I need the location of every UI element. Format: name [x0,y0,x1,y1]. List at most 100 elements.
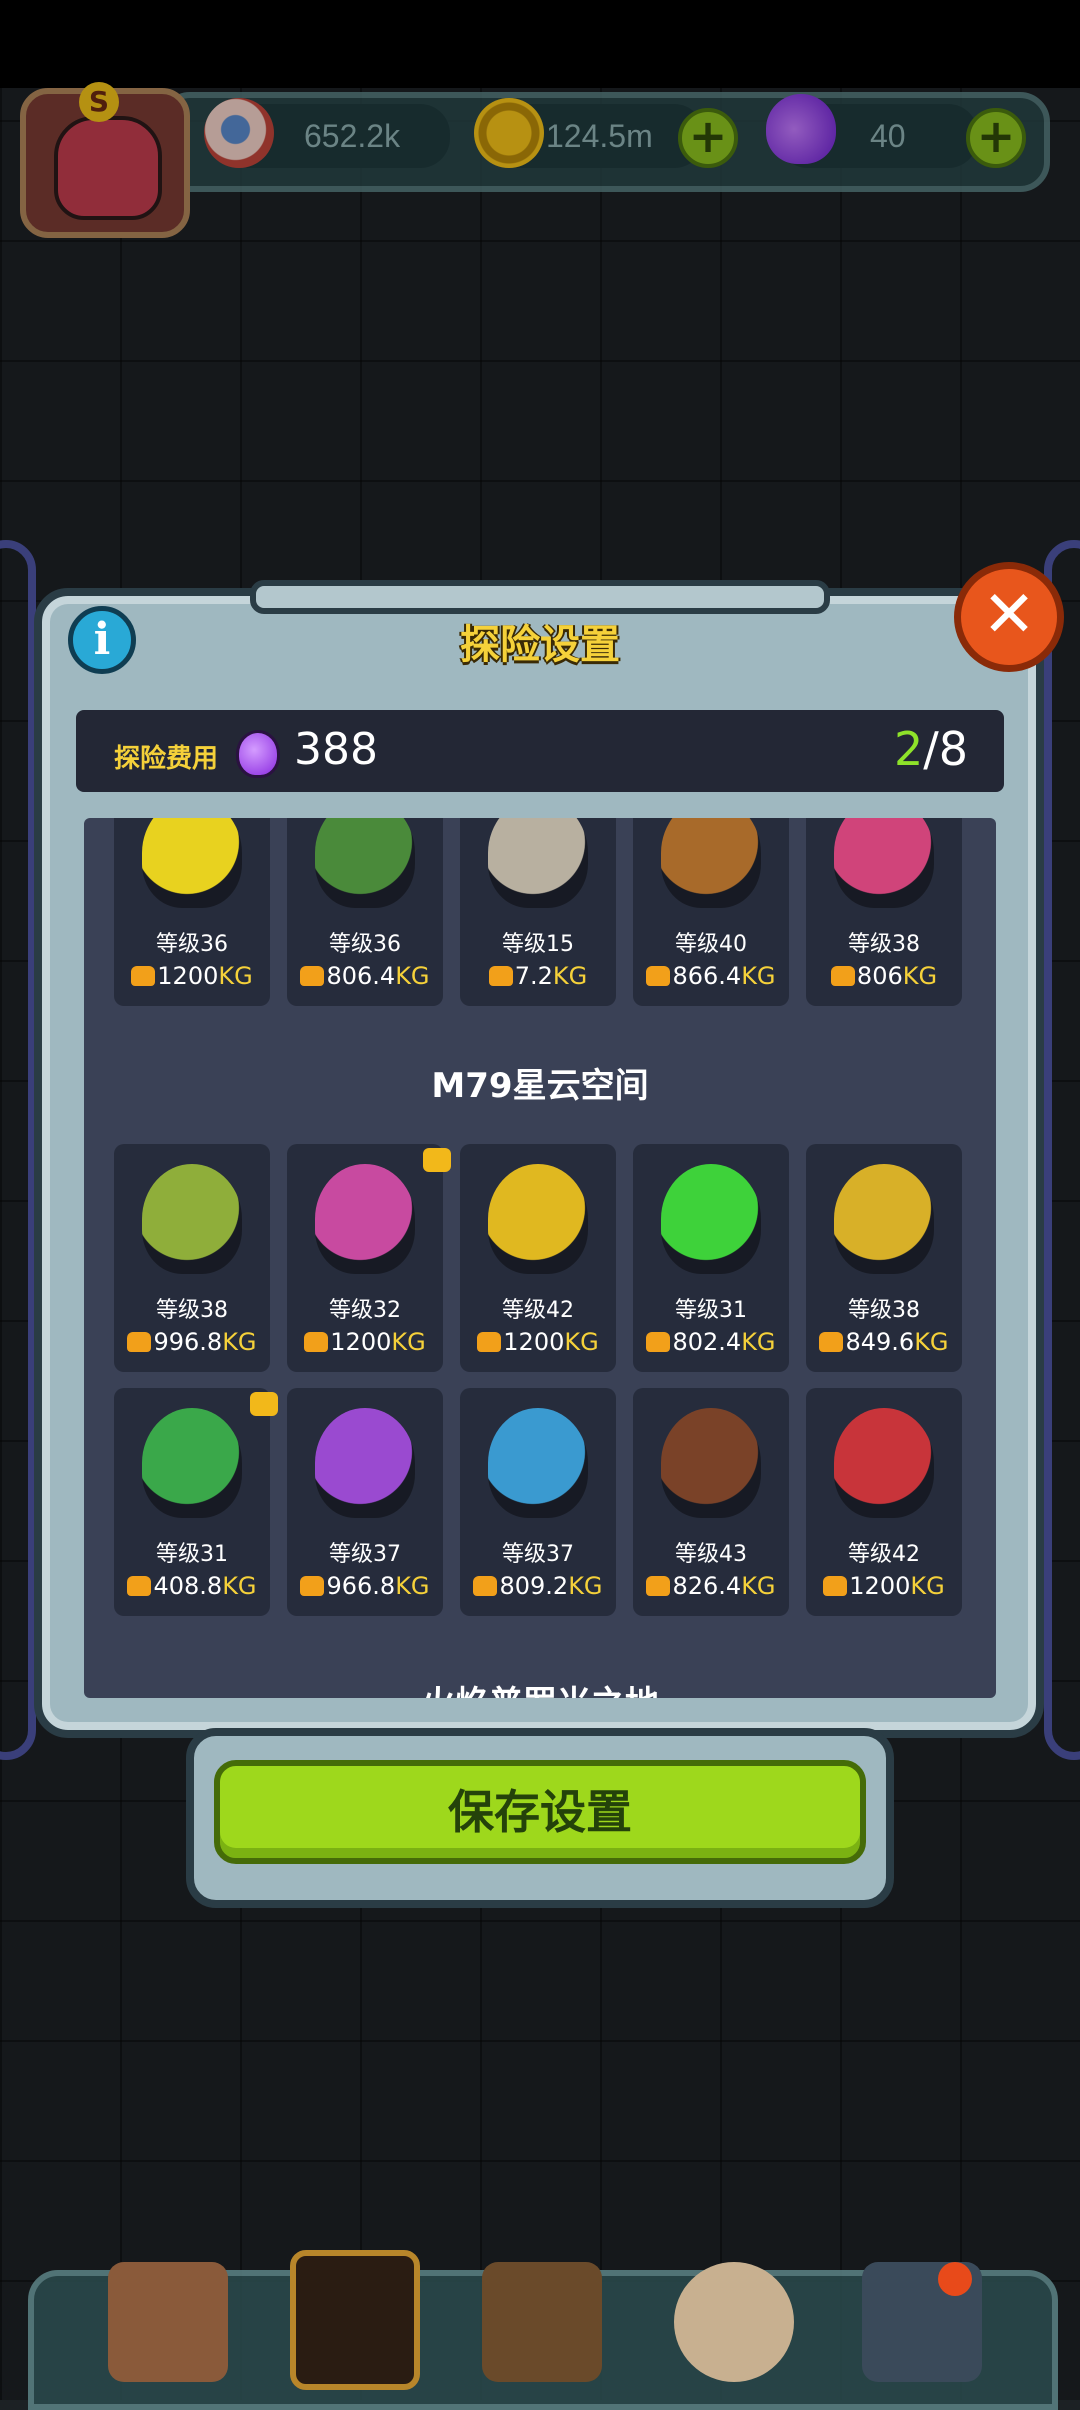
weight-unit: KG [568,1572,603,1600]
monster-card[interactable]: 等级38 996.8KG [114,1144,270,1372]
monster-card[interactable]: 等级42 1200KG [806,1388,962,1616]
monster-weight: 408.8KG [114,1572,270,1600]
kg-weight-icon [300,966,325,986]
monster-card[interactable]: 等级32 1200KG [287,1144,451,1372]
monster-card[interactable]: 等级36 1200KG [114,818,270,1006]
weight-unit: KG [391,1328,426,1356]
monster-icon[interactable] [290,2250,420,2390]
weight-value: 806 [856,962,903,990]
monster-card[interactable]: 等级38 806KG [806,818,962,1006]
money-bag-icon[interactable] [674,2262,794,2382]
weight-value: 7.2 [514,962,553,990]
notification-dot [938,2262,972,2296]
monster-card[interactable]: 等级15 7.2KG [460,818,616,1006]
monster-level: 等级42 [848,1542,920,1567]
save-settings-button[interactable]: 保存设置 [214,1760,866,1864]
monster-level: 等级15 [502,932,574,957]
kg-weight-icon [127,1332,152,1352]
weight-unit: KG [218,962,253,990]
monster-sprite-icon [488,1164,588,1274]
monster-card[interactable]: 等级36 806.4KG [287,818,443,1006]
dialog-header-plate [250,580,830,614]
monster-weight: 996.8KG [114,1328,270,1356]
weight-value: 408.8 [153,1572,223,1600]
monster-weight: 826.4KG [633,1572,789,1600]
kg-weight-icon [488,966,513,986]
weight-value: 1200 [330,1328,392,1356]
monster-weight: 809.2KG [460,1572,616,1600]
monster-sprite-icon [142,1408,242,1518]
section-title: M79星云空间 [431,1066,649,1106]
kg-weight-icon [823,1576,848,1596]
kg-weight-icon [473,1576,498,1596]
kg-weight-icon [300,1576,325,1596]
monster-weight: 1200KG [287,1328,443,1356]
weight-unit: KG [564,1328,599,1356]
monster-list[interactable]: 等级36 1200KG 等级36 806.4KG 等级15 7.2KG 等级40 866.4K… [84,818,996,1698]
monster-level: 等级38 [156,1298,228,1323]
kg-weight-icon [646,1332,671,1352]
slot-counter: 2/8 [894,722,968,776]
monster-card[interactable]: 等级42 1200KG [460,1144,616,1372]
monster-level: 等级36 [329,932,401,957]
dialog-title: 探险设置 [460,622,620,668]
kg-weight-icon [646,1576,671,1596]
monster-level: 等级40 [675,932,747,957]
weight-value: 802.4 [672,1328,742,1356]
left-decor [0,540,36,1760]
weight-unit: KG [902,962,938,990]
monster-card[interactable]: 等级38 849.6KG [806,1144,962,1372]
monster-card[interactable]: 等级31 408.8KG [114,1388,278,1616]
weight-unit: KG [395,1572,430,1600]
monster-sprite-icon [834,818,934,908]
monster-sprite-icon [315,1408,415,1518]
monster-sprite-icon [834,1408,934,1518]
weight-value: 826.4 [672,1572,742,1600]
slots-current: 2 [893,722,924,776]
monster-weight: 849.6KG [806,1328,962,1356]
book-icon[interactable] [482,2262,602,2382]
monster-sprite-icon [142,818,242,908]
kg-weight-icon [304,1332,329,1352]
helper-badge-icon [423,1148,451,1172]
monster-weight: 1200KG [114,962,270,990]
monster-card[interactable]: 等级40 866.4KG [633,818,789,1006]
monster-sprite-icon [488,818,588,908]
monster-level: 等级36 [156,932,228,957]
weight-unit: KG [395,962,430,990]
weight-unit: KG [222,1328,257,1356]
monster-weight: 806.4KG [287,962,443,990]
kg-weight-icon [477,1332,502,1352]
monster-level: 等级43 [675,1542,747,1567]
weight-value: 806.4 [326,962,396,990]
monster-card[interactable]: 等级31 802.4KG [633,1144,789,1372]
monster-level: 等级32 [329,1298,401,1323]
weight-unit: KG [910,1572,945,1600]
section-title: 火焰普罗米之地 [84,1676,996,1698]
right-decor [1044,540,1080,1760]
monster-level: 等级38 [848,932,920,957]
weight-unit: KG [741,1328,776,1356]
kg-weight-icon [127,1576,152,1596]
weight-value: 1200 [157,962,219,990]
monster-sprite-icon [315,1164,415,1274]
slots-total: /8 [923,722,968,776]
kg-weight-icon [819,1332,844,1352]
monster-weight: 1200KG [460,1328,616,1356]
monster-level: 等级42 [502,1298,574,1323]
monster-card[interactable]: 等级43 826.4KG [633,1388,789,1616]
monster-weight: 7.2KG [460,962,616,990]
monster-weight: 802.4KG [633,1328,789,1356]
monster-level: 等级31 [156,1542,228,1567]
monster-sprite-icon [661,1408,761,1518]
shop-icon[interactable] [108,2262,228,2382]
weight-value: 849.6 [845,1328,915,1356]
weight-unit: KG [222,1572,257,1600]
weight-value: 966.8 [326,1572,396,1600]
monster-sprite-icon [661,818,761,908]
monster-sprite-icon [661,1164,761,1274]
monster-level: 等级38 [848,1298,920,1323]
monster-card[interactable]: 等级37 966.8KG [287,1388,443,1616]
monster-sprite-icon [142,1164,242,1274]
monster-card[interactable]: 等级37 809.2KG [460,1388,616,1616]
